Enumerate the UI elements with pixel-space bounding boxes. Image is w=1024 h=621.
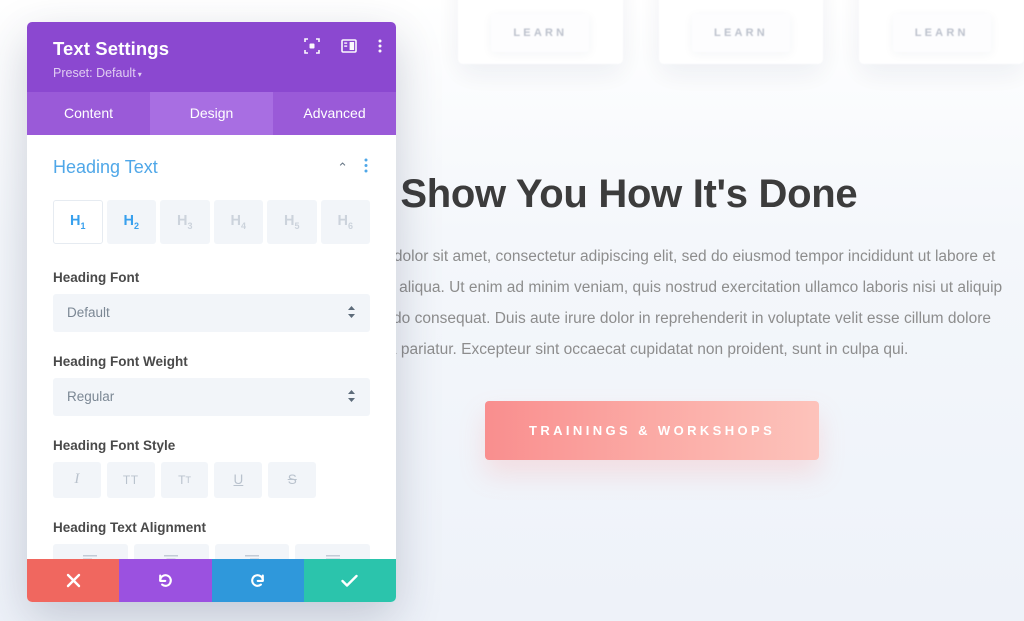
heading-level-h3-button[interactable]: H3	[160, 200, 210, 244]
h4-label: H	[230, 213, 241, 229]
heading-text-section-header: Heading Text ⌃	[53, 157, 370, 178]
h6-sub: 6	[347, 220, 353, 231]
heading-level-h5-button[interactable]: H5	[267, 200, 317, 244]
heading-font-weight-field: Heading Font Weight Regular	[53, 354, 370, 416]
learn-button[interactable]: LEARN	[491, 14, 590, 52]
learn-button[interactable]: LEARN	[692, 14, 790, 52]
more-vertical-icon[interactable]	[378, 38, 382, 54]
heading-level-h4-button[interactable]: H4	[213, 200, 263, 244]
tab-design[interactable]: Design	[150, 92, 273, 135]
modal-header: Text Settings Preset: Default ▾	[27, 22, 396, 92]
heading-font-weight-select[interactable]: Regular	[53, 377, 370, 416]
h5-sub: 5	[294, 220, 300, 231]
preset-selector[interactable]: Preset: Default ▾	[53, 66, 378, 80]
h4-sub: 4	[240, 220, 246, 231]
heading-font-style-label: Heading Font Style	[53, 437, 176, 453]
italic-button[interactable]: I	[53, 461, 101, 498]
layout-split-icon[interactable]	[341, 38, 357, 54]
select-arrows-icon	[347, 389, 356, 405]
h2-sub: 2	[133, 220, 139, 231]
modal-footer	[27, 559, 396, 602]
h6-label: H	[337, 213, 348, 229]
h5-label: H	[284, 213, 295, 229]
focus-target-icon[interactable]	[304, 38, 320, 54]
heading-level-h1-button[interactable]: H1	[53, 200, 103, 244]
section-title: Heading Text	[53, 157, 158, 177]
strikethrough-button[interactable]: S	[268, 461, 317, 498]
section-more-vertical-icon[interactable]	[364, 158, 368, 177]
heading-font-select[interactable]: Default	[53, 293, 370, 332]
heading-font-style-field: Heading Font Style I TT TT U S	[53, 438, 370, 498]
heading-level-h6-button[interactable]: H6	[320, 200, 370, 244]
heading-level-h2-button[interactable]: H2	[106, 200, 156, 244]
tab-advanced[interactable]: Advanced	[273, 92, 396, 135]
preset-label: Preset: Default	[53, 66, 136, 80]
smallcaps-button[interactable]: TT	[160, 461, 209, 498]
feature-card[interactable]: LEARN	[859, 0, 1024, 64]
feature-card[interactable]: LEARN	[658, 0, 824, 64]
heading-font-weight-label: Heading Font Weight	[53, 353, 188, 369]
cancel-button[interactable]	[27, 559, 120, 602]
modal-tabs: Content Design Advanced	[27, 92, 396, 135]
hero-heading: We'll Show You How It's Done	[300, 172, 858, 216]
smallcaps-glyph-small: T	[185, 474, 191, 485]
redo-button[interactable]	[211, 559, 304, 602]
text-settings-modal: Text Settings Preset: Default ▾ Content …	[27, 22, 396, 602]
feature-cards-row: LEARN LEARN LEARN	[396, 0, 1024, 64]
smallcaps-glyph: T	[178, 472, 186, 487]
learn-button[interactable]: LEARN	[892, 14, 991, 52]
heading-font-field: Heading Font Default	[53, 270, 370, 332]
h3-sub: 3	[187, 220, 193, 231]
modal-body: Heading Text ⌃ H1 H2 H3 H4 H5 H6 Heading…	[27, 135, 396, 602]
heading-font-value: Default	[67, 305, 110, 321]
hero-paragraph: Lorem ipsum dolor sit amet, consectetur …	[300, 247, 1003, 358]
h3-label: H	[177, 213, 188, 229]
h2-label: H	[123, 213, 134, 229]
trainings-workshops-button[interactable]: TRAININGS & WORKSHOPS	[485, 400, 820, 460]
feature-card[interactable]: LEARN	[458, 0, 623, 64]
uppercase-button[interactable]: TT	[106, 461, 155, 498]
h1-sub: 1	[80, 220, 86, 231]
save-button[interactable]	[303, 559, 396, 602]
heading-font-label: Heading Font	[53, 269, 140, 285]
heading-font-weight-value: Regular	[67, 389, 115, 405]
hero-section: We'll Show You How It's Done Lorem ipsum…	[300, 170, 1016, 460]
heading-text-alignment-label: Heading Text Alignment	[53, 519, 207, 535]
underline-button[interactable]: U	[214, 461, 263, 498]
tab-content[interactable]: Content	[27, 92, 150, 135]
undo-button[interactable]	[119, 559, 212, 602]
chevron-up-icon[interactable]: ⌃	[337, 161, 348, 174]
select-arrows-icon	[347, 305, 356, 321]
chevron-down-icon: ▾	[137, 70, 142, 79]
heading-level-group: H1 H2 H3 H4 H5 H6	[53, 200, 370, 244]
h1-label: H	[70, 213, 81, 229]
